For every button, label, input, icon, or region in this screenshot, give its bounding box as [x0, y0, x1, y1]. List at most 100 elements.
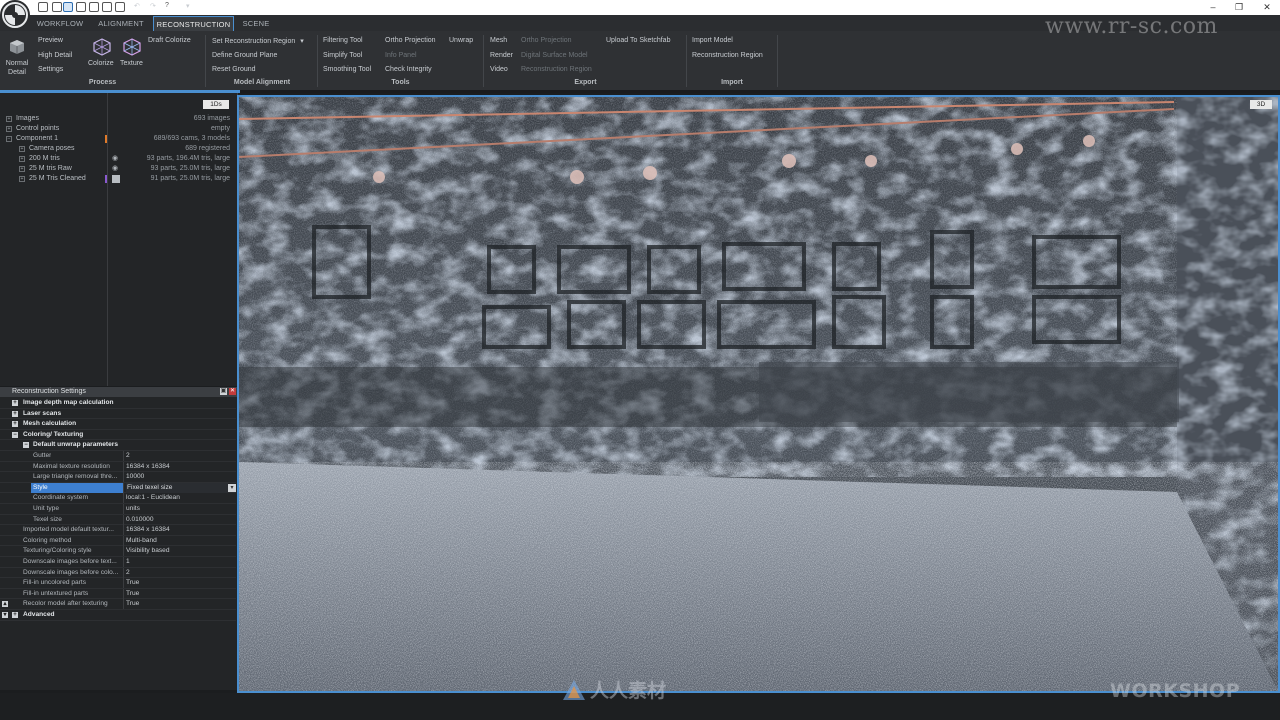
settings-row[interactable]: Recolor model after texturing True — [0, 599, 236, 610]
app-logo-icon[interactable] — [0, 0, 30, 30]
minimize-button[interactable]: – — [1200, 1, 1226, 14]
export-render-button[interactable]: Render — [490, 52, 513, 59]
settings-row[interactable]: Gutter 2 — [0, 451, 236, 462]
ortho-projection-tool-button[interactable]: Ortho Projection — [385, 37, 436, 44]
simplify-tool-button[interactable]: Simplify Tool — [323, 52, 362, 59]
eye-icon[interactable]: ◉ — [112, 155, 119, 162]
expand-icon[interactable]: + — [19, 176, 25, 182]
tree-row-model-selected[interactable]: + 25 M Tris Cleaned 91 parts, 25.0M tris… — [0, 174, 236, 184]
define-ground-plane-button[interactable]: Define Ground Plane — [212, 52, 277, 59]
settings-button[interactable]: Settings — [38, 66, 63, 73]
settings-row[interactable]: − Coloring/ Texturing — [0, 430, 236, 441]
layout-5-icon[interactable] — [115, 2, 125, 12]
save-icon[interactable] — [38, 2, 48, 12]
expand-icon[interactable]: + — [6, 116, 12, 122]
tab-reconstruction[interactable]: RECONSTRUCTION — [153, 16, 234, 31]
setting-value[interactable]: True — [126, 599, 139, 610]
tree-row-camera-poses[interactable]: + Camera poses 689 registered — [0, 144, 236, 154]
setting-value[interactable]: 0.010000 — [126, 515, 154, 526]
model-thumbnail-icon[interactable] — [112, 175, 120, 183]
layout-icon[interactable] — [52, 2, 62, 12]
expand-icon[interactable]: + — [19, 146, 25, 152]
tree-row-model[interactable]: + 200 M tris ◉ 93 parts, 196.4M tris, la… — [0, 154, 236, 164]
layout-2-icon[interactable] — [76, 2, 86, 12]
setting-value[interactable]: local:1 - Euclidean — [126, 493, 180, 504]
expand-icon[interactable]: + — [19, 156, 25, 162]
redo-icon[interactable]: ↷ — [150, 2, 160, 12]
layout-4-icon[interactable] — [102, 2, 112, 12]
setting-value[interactable]: units — [126, 504, 140, 515]
eye-icon[interactable]: ◉ — [112, 165, 119, 172]
setting-value[interactable]: True — [126, 578, 139, 589]
settings-row[interactable]: Downscale images before text... 1 — [0, 557, 236, 568]
settings-row[interactable]: Coloring method Multi-band — [0, 535, 236, 547]
expand-icon[interactable]: + — [19, 166, 25, 172]
setting-value[interactable]: Visibility based — [126, 546, 170, 557]
panel-layout-tag[interactable]: 1Ds — [203, 100, 229, 109]
settings-row[interactable]: Coordinate system local:1 - Euclidean — [0, 493, 236, 504]
draft-colorize-button[interactable]: Draft Colorize — [148, 37, 191, 44]
export-dsm-button[interactable]: Digital Surface Model — [521, 52, 588, 59]
plus-icon[interactable]: + — [12, 612, 18, 618]
setting-value[interactable]: 10000 — [126, 472, 144, 483]
settings-row[interactable]: Style Fixed texel size ▾ — [0, 482, 236, 494]
colorize-button[interactable]: Colorize — [88, 60, 114, 67]
chevron-down-icon[interactable]: ▾ — [300, 38, 304, 45]
settings-row[interactable]: Texel size 0.010000 — [0, 514, 236, 526]
expand-icon[interactable]: + — [6, 126, 12, 132]
setting-value[interactable]: 2 — [126, 568, 130, 579]
settings-row[interactable]: Fill-in uncolored parts True — [0, 578, 236, 589]
tab-alignment[interactable]: ALIGNMENT — [93, 16, 149, 31]
chevron-down-icon[interactable]: ▾ — [228, 483, 236, 492]
tree-row-images[interactable]: + Images 693 images — [0, 114, 236, 124]
export-ortho-projection-button[interactable]: Ortho Projection — [521, 37, 572, 44]
pin-icon[interactable]: ▣ — [220, 388, 227, 395]
setting-value[interactable]: Fixed texel size — [126, 482, 228, 494]
settings-row[interactable]: Large triangle removal thre... 10000 — [0, 472, 236, 483]
normal-detail-button[interactable]: Normal Detail — [2, 59, 32, 77]
settings-row[interactable]: + Image depth map calculation — [0, 398, 236, 409]
setting-value[interactable]: 1 — [126, 557, 130, 568]
3d-viewport[interactable] — [237, 95, 1280, 693]
plus-icon[interactable]: − — [12, 431, 18, 438]
tree-row-component[interactable]: − Component 1 689/693 cams, 3 models — [0, 134, 236, 144]
tab-workflow[interactable]: WORKFLOW — [32, 16, 88, 31]
undo-icon[interactable]: ↶ — [134, 2, 144, 12]
set-reconstruction-region-button[interactable]: Set Reconstruction Region ▾ — [212, 37, 304, 45]
plus-icon[interactable]: + — [12, 421, 18, 428]
view-mode-tag[interactable]: 3D — [1250, 100, 1272, 109]
settings-row[interactable]: Maximal texture resolution 16384 x 16384 — [0, 461, 236, 473]
dropdown-icon[interactable]: ▾ — [186, 2, 196, 12]
collapse-icon[interactable]: − — [6, 136, 12, 142]
settings-row[interactable]: + Advanced — [0, 610, 236, 621]
settings-row[interactable]: − Default unwrap parameters — [0, 440, 236, 451]
export-video-button[interactable]: Video — [490, 66, 508, 73]
setting-value[interactable]: Multi-band — [126, 536, 157, 547]
scroll-up-icon[interactable]: ▴ — [2, 601, 8, 608]
tree-row-model[interactable]: + 25 M tris Raw ◉ 93 parts, 25.0M tris, … — [0, 164, 236, 174]
plus-icon[interactable]: + — [12, 410, 18, 417]
close-button[interactable]: ✕ — [1254, 1, 1280, 14]
info-panel-button[interactable]: Info Panel — [385, 52, 417, 59]
point-cloud-render[interactable] — [239, 97, 1278, 691]
filtering-tool-button[interactable]: Filtering Tool — [323, 37, 363, 44]
check-integrity-button[interactable]: Check Integrity — [385, 66, 432, 73]
settings-row[interactable]: + Laser scans — [0, 409, 236, 420]
import-reconstruction-region-button[interactable]: Reconstruction Region — [692, 52, 763, 59]
high-detail-button[interactable]: High Detail — [38, 52, 72, 59]
tab-scene[interactable]: SCENE — [238, 16, 274, 31]
export-mesh-button[interactable]: Mesh — [490, 37, 507, 44]
setting-value[interactable]: 16384 x 16384 — [126, 525, 170, 536]
close-icon[interactable]: ✕ — [229, 388, 236, 395]
tree-row-control-points[interactable]: + Control points empty — [0, 124, 236, 134]
settings-row[interactable]: Downscale images before colo... 2 — [0, 567, 236, 579]
preview-button[interactable]: Preview — [38, 37, 63, 44]
reset-ground-button[interactable]: Reset Ground — [212, 66, 256, 73]
setting-value[interactable]: True — [126, 589, 139, 600]
setting-value[interactable]: 2 — [126, 451, 130, 462]
layout-active-icon[interactable] — [63, 2, 73, 12]
smoothing-tool-button[interactable]: Smoothing Tool — [323, 66, 371, 73]
settings-row[interactable]: Unit type units — [0, 504, 236, 515]
upload-sketchfab-button[interactable]: Upload To Sketchfab — [606, 37, 670, 44]
help-icon[interactable]: ? — [165, 2, 175, 12]
